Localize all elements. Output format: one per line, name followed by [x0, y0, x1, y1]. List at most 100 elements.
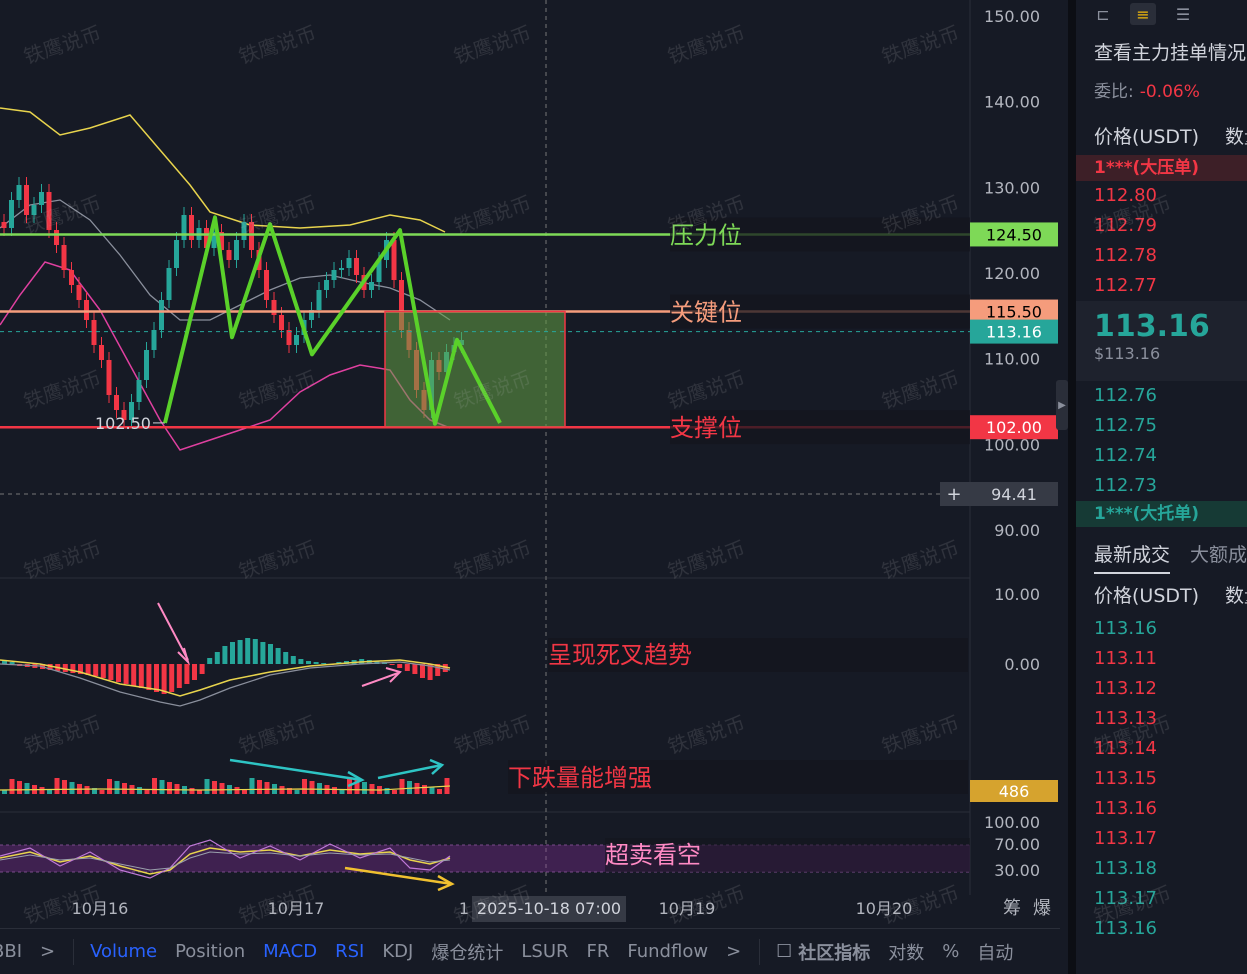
- tab-latest-trades[interactable]: 最新成交: [1094, 544, 1171, 574]
- community-icon[interactable]: ☐: [776, 941, 792, 962]
- candle-body: [234, 240, 239, 260]
- book-bids-icon[interactable]: ☰: [1170, 3, 1196, 25]
- trades-header: 价格(USDT) 数量: [1076, 577, 1247, 614]
- candle-body: [99, 345, 104, 360]
- candle-body: [151, 330, 157, 350]
- trade-row[interactable]: 113.17: [1076, 884, 1247, 914]
- trade-row[interactable]: 113.11: [1076, 644, 1247, 674]
- community-indicators[interactable]: 社区指标: [798, 939, 870, 965]
- ask-row[interactable]: 112.77: [1076, 271, 1247, 301]
- macd-histogram-bar: [199, 664, 205, 674]
- bid-row[interactable]: 112.76: [1076, 381, 1247, 411]
- indicator-rsi[interactable]: RSI: [335, 941, 364, 962]
- ask-row[interactable]: 112.78: [1076, 241, 1247, 271]
- volume-bar: [204, 779, 210, 794]
- candle-body: [106, 360, 112, 395]
- candle-body: [189, 215, 194, 240]
- macd-histogram-bar: [108, 664, 114, 680]
- volume-bar: [332, 787, 337, 794]
- macd-histogram-bar: [290, 656, 296, 664]
- macd-histogram-bar: [100, 664, 106, 678]
- macd-histogram-bar: [192, 664, 197, 680]
- macd-histogram-bar: [207, 658, 213, 664]
- indicator-bbi[interactable]: BBI: [0, 941, 22, 962]
- price-chart[interactable]: 150.00140.00130.00120.00110.00100.0090.0…: [0, 0, 1060, 928]
- indicator-toolbar: BBI > Volume Position MACD RSI KDJ 爆仓统计 LSUR FR Fu…: [0, 928, 1060, 974]
- level-label-resistance: 压力位: [670, 221, 742, 249]
- indicator-more-11[interactable]: >: [726, 941, 741, 962]
- candle-body: [54, 230, 59, 245]
- indicator-fr[interactable]: FR: [587, 941, 610, 962]
- candle-body: [181, 215, 187, 240]
- macd-histogram-bar: [93, 664, 99, 676]
- rsi-tick: 30.00: [994, 861, 1040, 880]
- macd-histogram-bar: [222, 646, 228, 664]
- time-tick: 10月16: [72, 899, 129, 918]
- chart-area[interactable]: 150.00 140.00 130.00 120.00 110.00 100.00 90.0…: [0, 0, 1060, 928]
- candle-body: [91, 320, 97, 345]
- volume-arrow-1: [229, 758, 363, 782]
- macd-histogram-bar: [260, 642, 266, 664]
- book-both-icon[interactable]: ⊏: [1090, 3, 1116, 25]
- bid-row[interactable]: 112.75: [1076, 411, 1247, 441]
- order-book-title[interactable]: 查看主力挂单情况: [1076, 28, 1247, 65]
- trade-row[interactable]: 113.16: [1076, 794, 1247, 824]
- candle-body: [391, 240, 397, 280]
- bid-row[interactable]: 112.73: [1076, 471, 1247, 501]
- indicator-more-1[interactable]: >: [40, 941, 55, 962]
- volume-annotation: 下跌量能增强: [508, 764, 652, 792]
- price-tick: 130.00: [984, 178, 1040, 197]
- trade-row[interactable]: 113.12: [1076, 674, 1247, 704]
- volume-bar: [437, 789, 442, 794]
- macd-histogram-bar: [298, 659, 304, 664]
- indicator-position[interactable]: Position: [175, 941, 245, 962]
- volume-bar: [137, 787, 142, 794]
- last-price: 113.16: [1094, 309, 1210, 344]
- toolbar-separator: [759, 938, 761, 965]
- header-price: 价格(USDT): [1094, 126, 1200, 148]
- macd-arrow-1: [157, 602, 189, 661]
- trade-row[interactable]: 113.16: [1076, 914, 1247, 944]
- trade-row[interactable]: 113.17: [1076, 824, 1247, 854]
- ask-row[interactable]: 112.80: [1076, 181, 1247, 211]
- indicator-volume[interactable]: Volume: [90, 941, 157, 962]
- indicator-fundflow[interactable]: Fundflow: [627, 941, 708, 962]
- tab-large-trades[interactable]: 大额成交: [1190, 544, 1247, 566]
- auto-scale-toggle[interactable]: 自动: [977, 939, 1013, 965]
- indicator-lsur[interactable]: LSUR: [521, 941, 568, 962]
- rsi-tick: 70.00: [994, 835, 1040, 854]
- volume-arrow-2: [377, 763, 443, 780]
- macd-histogram-bar: [404, 664, 410, 671]
- trade-row[interactable]: 113.15: [1076, 764, 1247, 794]
- macd-histogram-bar: [176, 664, 182, 688]
- indicator-macd[interactable]: MACD: [263, 941, 317, 962]
- header-qty: 数量: [1225, 126, 1247, 148]
- indicator-kdj[interactable]: KDJ: [382, 941, 413, 962]
- candle-body: [264, 270, 269, 300]
- macd-histogram-bar: [412, 664, 418, 674]
- candle-body: [166, 268, 172, 300]
- indicator-爆仓统计[interactable]: 爆仓统计: [431, 939, 503, 965]
- macd-histogram-bar: [397, 664, 403, 668]
- volume-bar: [422, 785, 427, 794]
- bid-row[interactable]: 112.74: [1076, 441, 1247, 471]
- trade-row[interactable]: 113.14: [1076, 734, 1247, 764]
- panel-collapse-handle[interactable]: ▶: [1056, 380, 1068, 430]
- level-label-key: 关键位: [670, 299, 742, 327]
- percent-scale-toggle[interactable]: %: [942, 941, 959, 962]
- bid-wall-tag: 1***(大托单): [1076, 501, 1247, 527]
- book-asks-icon[interactable]: ≡: [1130, 3, 1156, 25]
- volume-bar: [24, 783, 30, 794]
- volume-bar: [407, 781, 412, 794]
- trade-row[interactable]: 113.18: [1076, 854, 1247, 884]
- volume-ma-line: [0, 785, 451, 791]
- candle-body: [316, 290, 322, 310]
- candle-body: [114, 395, 119, 410]
- level-price-support: 102.00: [986, 418, 1042, 437]
- ask-row[interactable]: 112.79: [1076, 211, 1247, 241]
- macd-histogram-bar: [146, 664, 152, 690]
- trade-row[interactable]: 113.16: [1076, 614, 1247, 644]
- log-scale-toggle[interactable]: 对数: [888, 939, 924, 965]
- trade-row[interactable]: 113.13: [1076, 704, 1247, 734]
- volume-bar: [362, 782, 367, 794]
